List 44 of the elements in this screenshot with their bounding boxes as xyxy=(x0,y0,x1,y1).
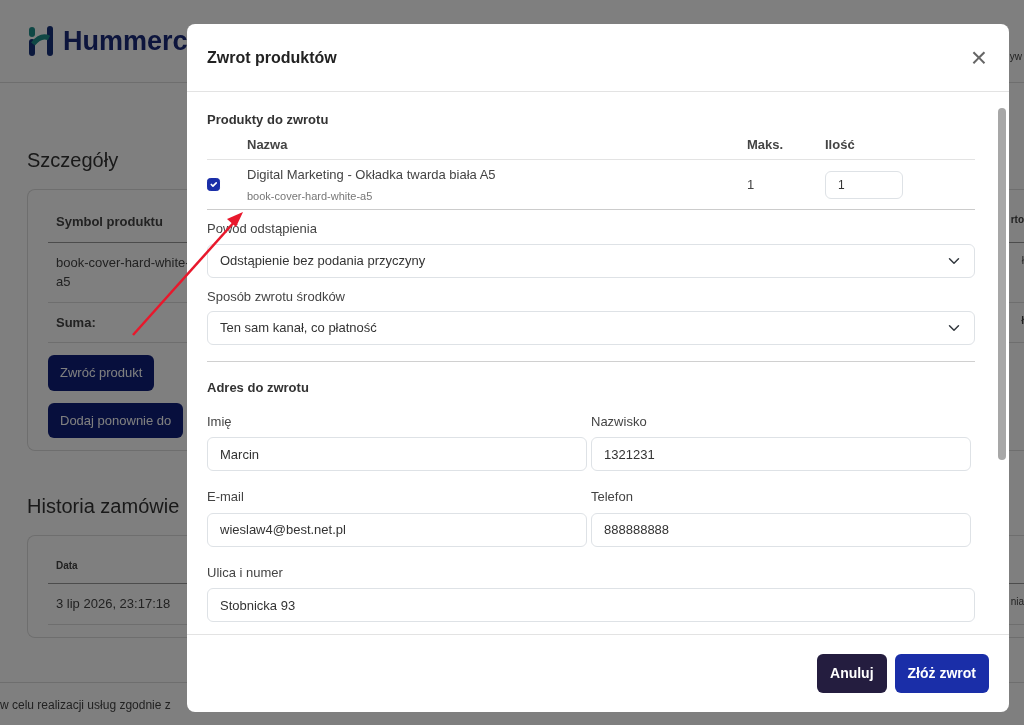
dialog-title: Zwrot produktów xyxy=(207,47,337,68)
column-header: rto xyxy=(1010,213,1024,227)
product-name: Digital Marketing - Okładka twarda biała A5 xyxy=(247,166,497,184)
checkbox[interactable] xyxy=(207,178,220,191)
column-header: Nazwa xyxy=(247,136,288,152)
dropdown[interactable]: Odstąpienie bez podania przyczyny xyxy=(207,243,975,278)
section-title: Szczegóły xyxy=(27,148,119,173)
table-cell-text: nia xyxy=(1010,595,1024,609)
column-header: Maks. xyxy=(747,136,784,152)
field-label: E-mail xyxy=(207,488,245,506)
header-link[interactable]: yw xyxy=(1009,48,1022,64)
section-title: Historia zamówie xyxy=(27,494,180,519)
column-header: Data xyxy=(56,559,78,573)
table-cell-text: book-cover-hard-white-a5 xyxy=(56,253,191,291)
section-heading: Adres do zwrotu xyxy=(207,379,310,397)
submit-button[interactable]: Złóż zwrot xyxy=(894,654,989,693)
close-button[interactable]: × xyxy=(966,43,991,72)
column-header: Ilość xyxy=(825,136,855,152)
action-button[interactable]: Dodaj ponownie do xyxy=(48,402,184,438)
table-cell-text: ł xyxy=(1021,253,1024,268)
logo-text: Hummerc xyxy=(63,24,188,58)
input-field[interactable]: wieslaw4@best.net.pl xyxy=(207,512,587,547)
input-field[interactable]: Marcin xyxy=(207,437,587,471)
cookie-text: w celu realizacji usług zgodnie z xyxy=(0,698,171,712)
input-field[interactable]: 888888888 xyxy=(591,512,971,547)
cancel-button[interactable]: Anuluj xyxy=(817,654,887,693)
quantity-field[interactable]: 1 xyxy=(825,170,903,199)
field-label: Telefon xyxy=(591,488,634,506)
total-label: Suma: xyxy=(56,313,96,332)
action-button[interactable]: Zwróć produkt xyxy=(48,355,155,391)
logo-icon xyxy=(27,24,55,58)
field-label: Ulica i numer xyxy=(207,563,284,582)
field-label: Sposób zwrotu środków xyxy=(207,287,346,306)
field-label: Nazwisko xyxy=(591,412,648,431)
product-sku: book-cover-hard-white-a5 xyxy=(247,188,374,204)
dropdown[interactable]: Ten sam kanał, co płatność xyxy=(207,311,975,345)
table-cell-text: 3 lip 2026, 23:17:18 xyxy=(56,595,171,613)
field-label: Imię xyxy=(207,412,233,431)
total-value: ł xyxy=(1021,313,1024,328)
column-header: Symbol produktu xyxy=(56,213,163,231)
max-quantity: 1 xyxy=(747,175,755,194)
input-field[interactable]: 1321231 xyxy=(591,437,971,471)
section-heading: Produkty do zwrotu xyxy=(207,111,330,129)
input-field[interactable]: Stobnicka 93 xyxy=(207,588,975,622)
